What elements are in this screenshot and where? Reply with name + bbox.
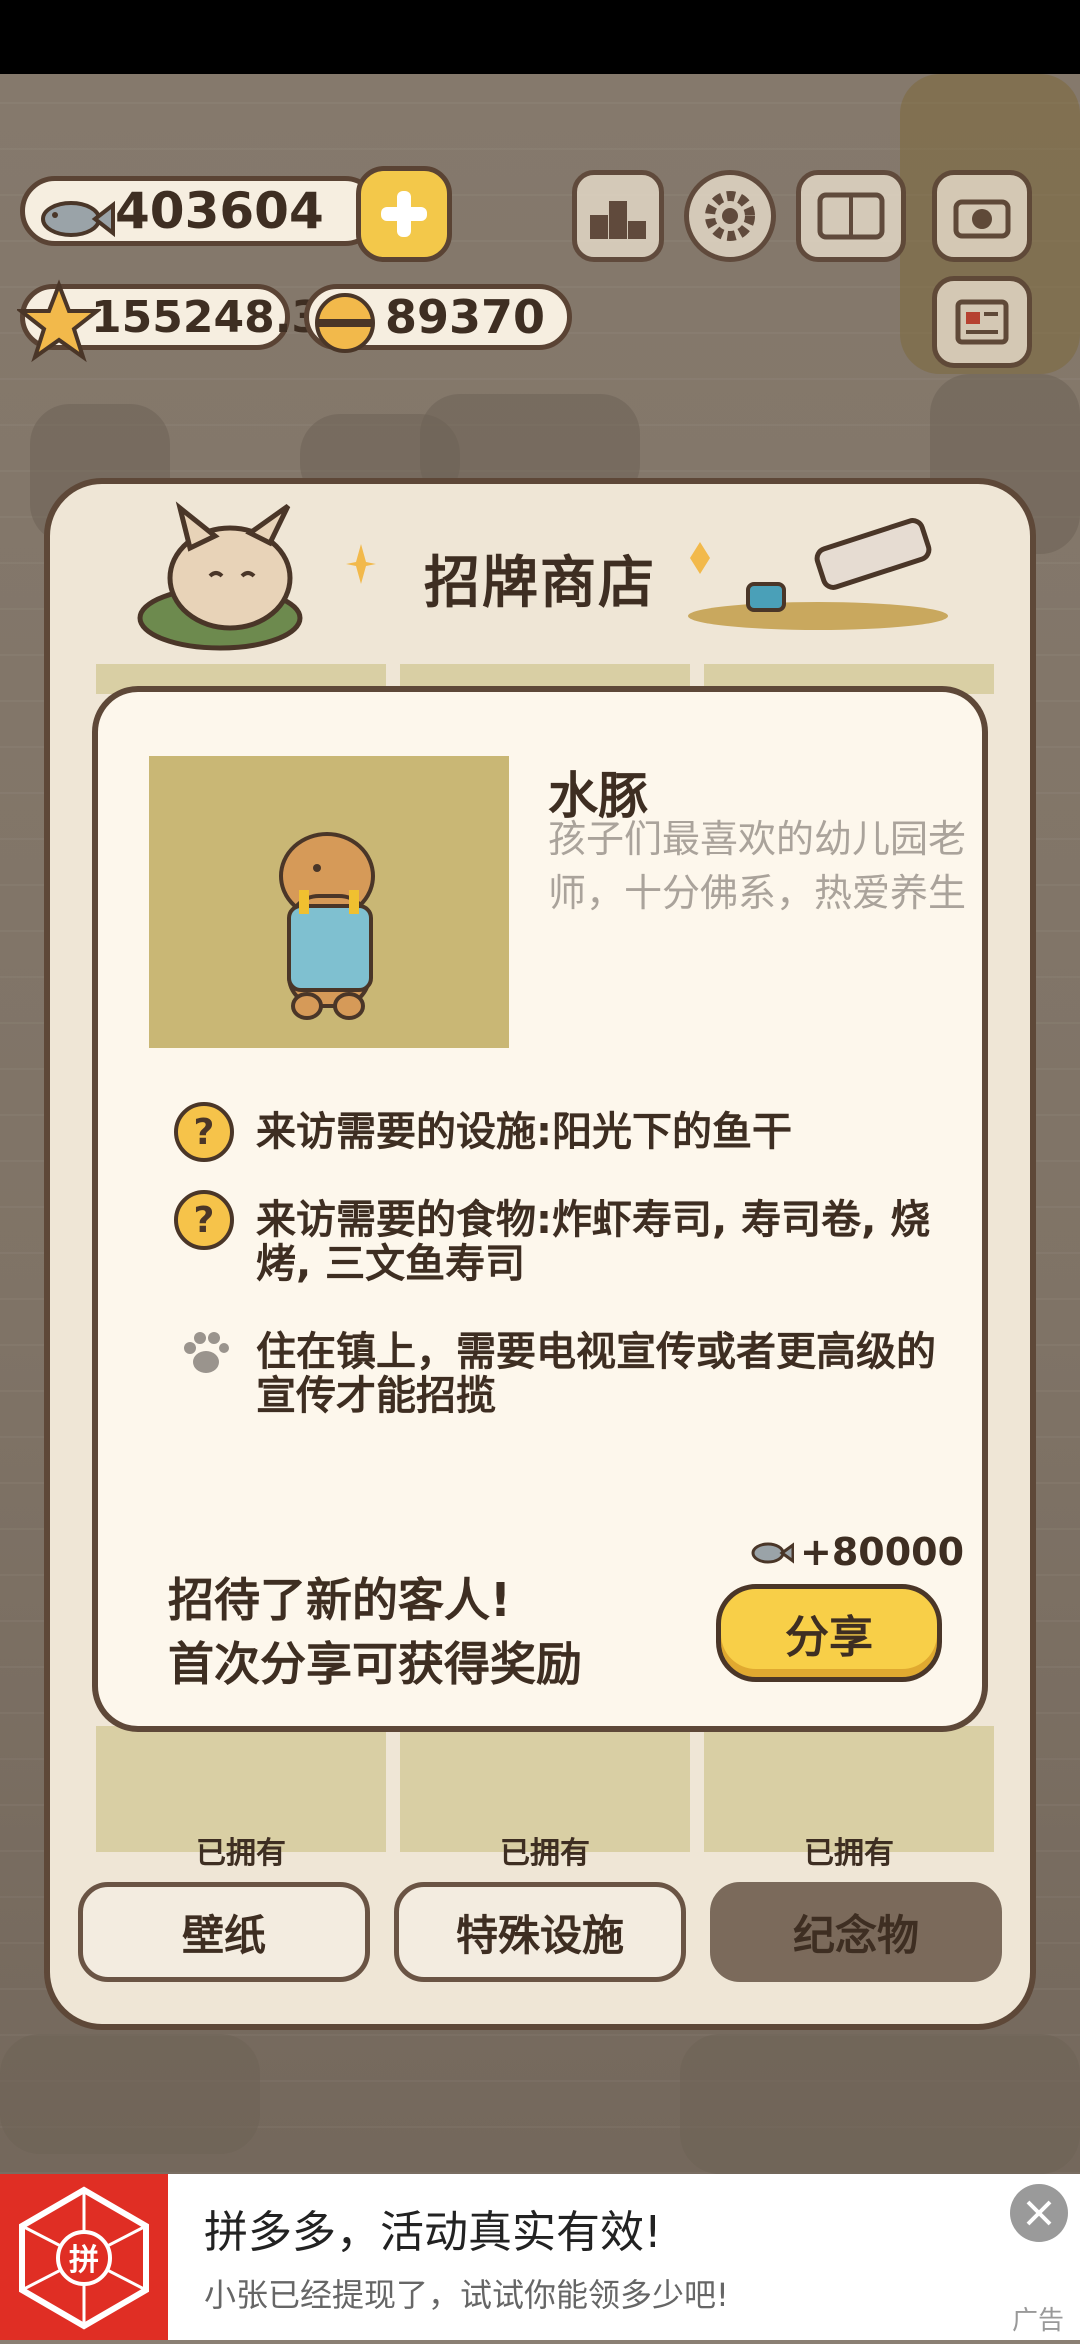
star-icon xyxy=(17,279,101,363)
tab-special-facilities[interactable]: 特殊设施 xyxy=(394,1882,686,1982)
fish-icon xyxy=(751,1542,794,1564)
share-button[interactable]: 分享 xyxy=(716,1584,942,1682)
close-icon xyxy=(1026,2200,1052,2226)
share-reward: +80000 xyxy=(750,1530,964,1574)
add-fish-button[interactable] xyxy=(356,166,452,262)
share-message: 招待了新的客人! 首次分享可获得奖励 xyxy=(168,1568,582,1696)
fish-currency: 403604 xyxy=(20,176,380,246)
ranking-button[interactable] xyxy=(572,170,664,262)
camera-icon xyxy=(953,199,1011,239)
fish-icon xyxy=(41,200,115,238)
capybara-icon xyxy=(279,832,375,1020)
ad-close-button[interactable] xyxy=(1010,2184,1068,2242)
tab-souvenirs[interactable]: 纪念物 xyxy=(710,1882,1002,1982)
tab-wallpaper[interactable]: 壁纸 xyxy=(78,1882,370,1982)
star-count: 155248.3 xyxy=(91,291,323,343)
pinduoduo-logo-icon: 拼 xyxy=(19,2186,149,2330)
svg-text:拼: 拼 xyxy=(69,2243,99,2278)
bell-currency: 89370 xyxy=(304,284,572,353)
book-icon xyxy=(817,192,885,240)
fish-count: 403604 xyxy=(115,182,324,240)
ad-banner[interactable]: 拼 拼多多，活动真实有效! 小张已经提现了，试试你能领多少吧! xyxy=(0,2174,1080,2340)
bell-icon xyxy=(315,293,375,353)
star-currency: 155248.3 xyxy=(17,279,322,363)
album-button[interactable] xyxy=(796,170,906,262)
question-icon: ? xyxy=(174,1190,234,1250)
note-icon xyxy=(955,299,1009,345)
plus-icon xyxy=(381,191,427,237)
question-icon: ? xyxy=(174,1102,234,1162)
gear-icon xyxy=(705,191,755,241)
requirement-facility: 来访需要的设施:阳光下的鱼干 xyxy=(256,1109,792,1155)
camera-button[interactable] xyxy=(932,170,1032,262)
requirement-promotion: 住在镇上，需要电视宣传或者更高级的宣传才能招揽 xyxy=(256,1329,936,1419)
paint-roller-icon xyxy=(688,518,948,630)
status-bar xyxy=(0,0,1080,74)
notes-button[interactable] xyxy=(932,276,1032,368)
podium-icon xyxy=(590,201,646,239)
reward-amount: +80000 xyxy=(800,1530,965,1574)
ad-title: 拼多多，活动真实有效! xyxy=(204,2207,662,2258)
owned-label: 已拥有 xyxy=(500,1836,590,1871)
pinduoduo-logo: 拼 xyxy=(0,2174,168,2340)
ad-subtitle: 小张已经提现了，试试你能领多少吧! xyxy=(204,2276,729,2314)
paw-icon xyxy=(184,1332,229,1373)
settings-button[interactable] xyxy=(684,170,776,262)
capybara-portrait xyxy=(149,756,509,1048)
visitor-description: 孩子们最喜欢的幼儿园老师，十分佛系，热爱养生 xyxy=(548,817,967,915)
bell-count: 89370 xyxy=(385,290,546,344)
share-message-line2: 首次分享可获得奖励 xyxy=(168,1637,582,1691)
ad-label: 广告 xyxy=(1012,2306,1065,2336)
share-message-line1: 招待了新的客人! xyxy=(168,1573,511,1627)
owned-label: 已拥有 xyxy=(804,1836,894,1871)
owned-label: 已拥有 xyxy=(196,1836,286,1871)
requirement-food: 来访需要的食物:炸虾寿司, 寿司卷, 烧烤, 三文鱼寿司 xyxy=(256,1197,931,1287)
